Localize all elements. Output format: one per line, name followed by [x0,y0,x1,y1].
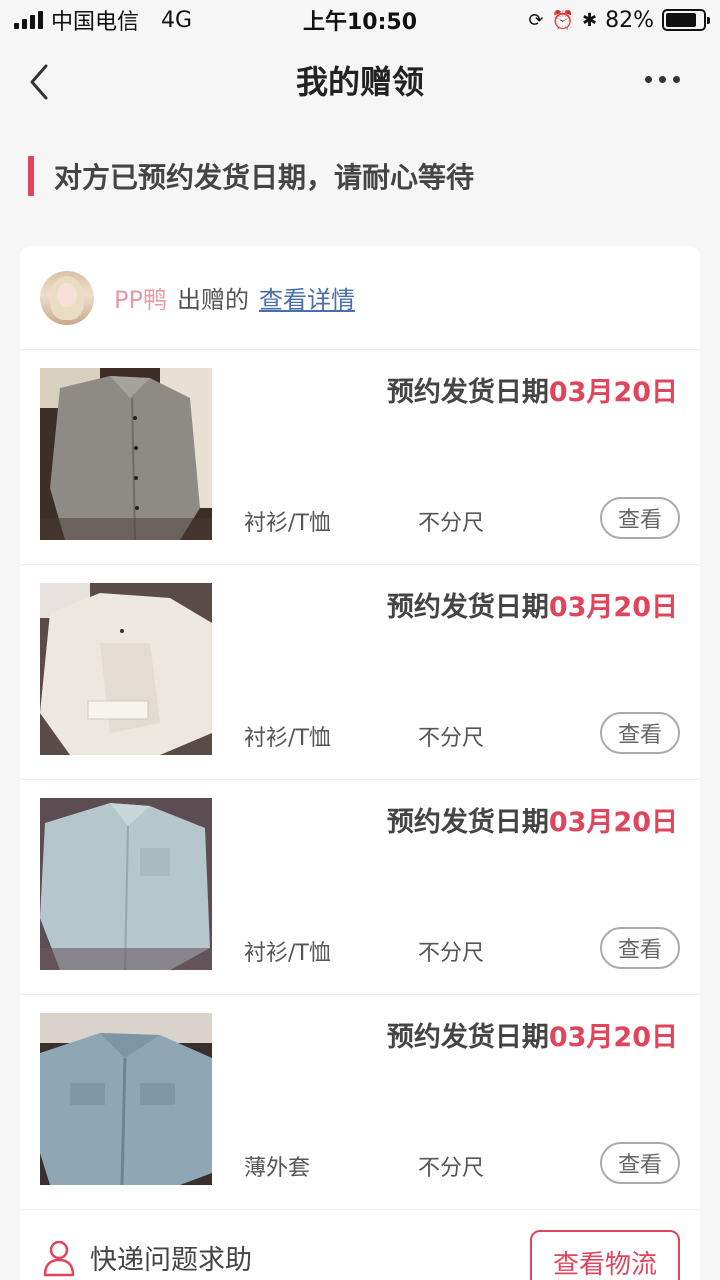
more-dots-icon[interactable] [645,76,680,83]
view-button[interactable]: 查看 [600,712,680,754]
nav-bar: 我的赠领 [0,40,720,120]
item-image[interactable] [40,368,212,540]
list-item[interactable]: 预约发货日期03月20日 衬衫/T恤 不分尺 查看 [20,565,700,780]
ship-date: 预约发货日期03月20日 [387,1015,678,1054]
user-icon [43,1240,75,1276]
view-button[interactable]: 查看 [600,1142,680,1184]
item-category: 薄外套 [244,1156,311,1181]
ship-date-label: 预约发货日期 [386,807,549,838]
giver-name[interactable]: PP鸭 [114,280,167,315]
bluetooth-icon: ✱ [582,9,598,31]
item-size: 不分尺 [418,941,485,966]
ship-date-value: 03月20日 [548,377,678,408]
battery-icon [662,9,710,31]
avatar[interactable] [40,270,94,325]
item-category: 衬衫/T恤 [244,941,331,966]
giver-action-text: 出赠的 [176,286,249,314]
item-size: 不分尺 [418,726,485,751]
ship-date-label: 预约发货日期 [386,592,549,623]
view-button[interactable]: 查看 [600,497,680,539]
status-bar: 中国电信 4G 上午10:50 ⟳ ⏰ ✱ 82% [0,0,720,40]
network-label: 4G [161,7,193,33]
ship-date-label: 预约发货日期 [386,1022,549,1053]
notice-banner: 对方已预约发货日期，请耐心等待 [28,156,474,196]
item-image[interactable] [40,583,212,755]
battery-percent: 82% [605,7,654,33]
item-size: 不分尺 [418,511,485,536]
status-left: 中国电信 4G [14,4,192,36]
item-image[interactable] [40,1013,212,1185]
ship-date: 预约发货日期03月20日 [387,370,678,409]
ship-date: 预约发货日期03月20日 [387,800,678,839]
view-button[interactable]: 查看 [600,927,680,969]
item-category: 衬衫/T恤 [244,511,331,536]
carrier-label: 中国电信 [51,10,140,35]
page-title: 我的赠领 [295,63,424,101]
ship-date-label: 预约发货日期 [386,377,549,408]
status-right: ⟳ ⏰ ✱ 82% [528,7,710,33]
chevron-left-icon[interactable] [22,62,62,102]
card-footer: 快递问题求助 查看物流 [20,1210,700,1280]
list-item[interactable]: 预约发货日期03月20日 衬衫/T恤 不分尺 查看 [20,780,700,995]
signal-icon [14,11,43,29]
view-logistics-button[interactable]: 查看物流 [530,1230,680,1280]
rotation-lock-icon: ⟳ [528,9,544,31]
giver-row: PP鸭 出赠的 查看详情 [20,246,700,350]
item-image[interactable] [40,798,212,970]
notice-text: 对方已预约发货日期，请耐心等待 [54,161,475,194]
list-item[interactable]: 预约发货日期03月20日 衬衫/T恤 不分尺 查看 [20,350,700,565]
ship-date-value: 03月20日 [548,1022,678,1053]
notice-accent-bar [28,156,34,196]
item-category: 衬衫/T恤 [244,726,331,751]
courier-help[interactable]: 快递问题求助 [42,1238,252,1277]
view-details-link[interactable]: 查看详情 [259,280,355,315]
gift-card: PP鸭 出赠的 查看详情 预约发货日期03月20日 衬衫/T恤 不分尺 查看 预… [20,246,700,1280]
ship-date: 预约发货日期03月20日 [387,585,678,624]
item-size: 不分尺 [418,1156,485,1181]
courier-help-label: 快递问题求助 [90,1245,252,1276]
ship-date-value: 03月20日 [548,592,678,623]
list-item[interactable]: 预约发货日期03月20日 薄外套 不分尺 查看 [20,995,700,1210]
ship-date-value: 03月20日 [548,807,678,838]
alarm-icon: ⏰ [551,9,574,31]
